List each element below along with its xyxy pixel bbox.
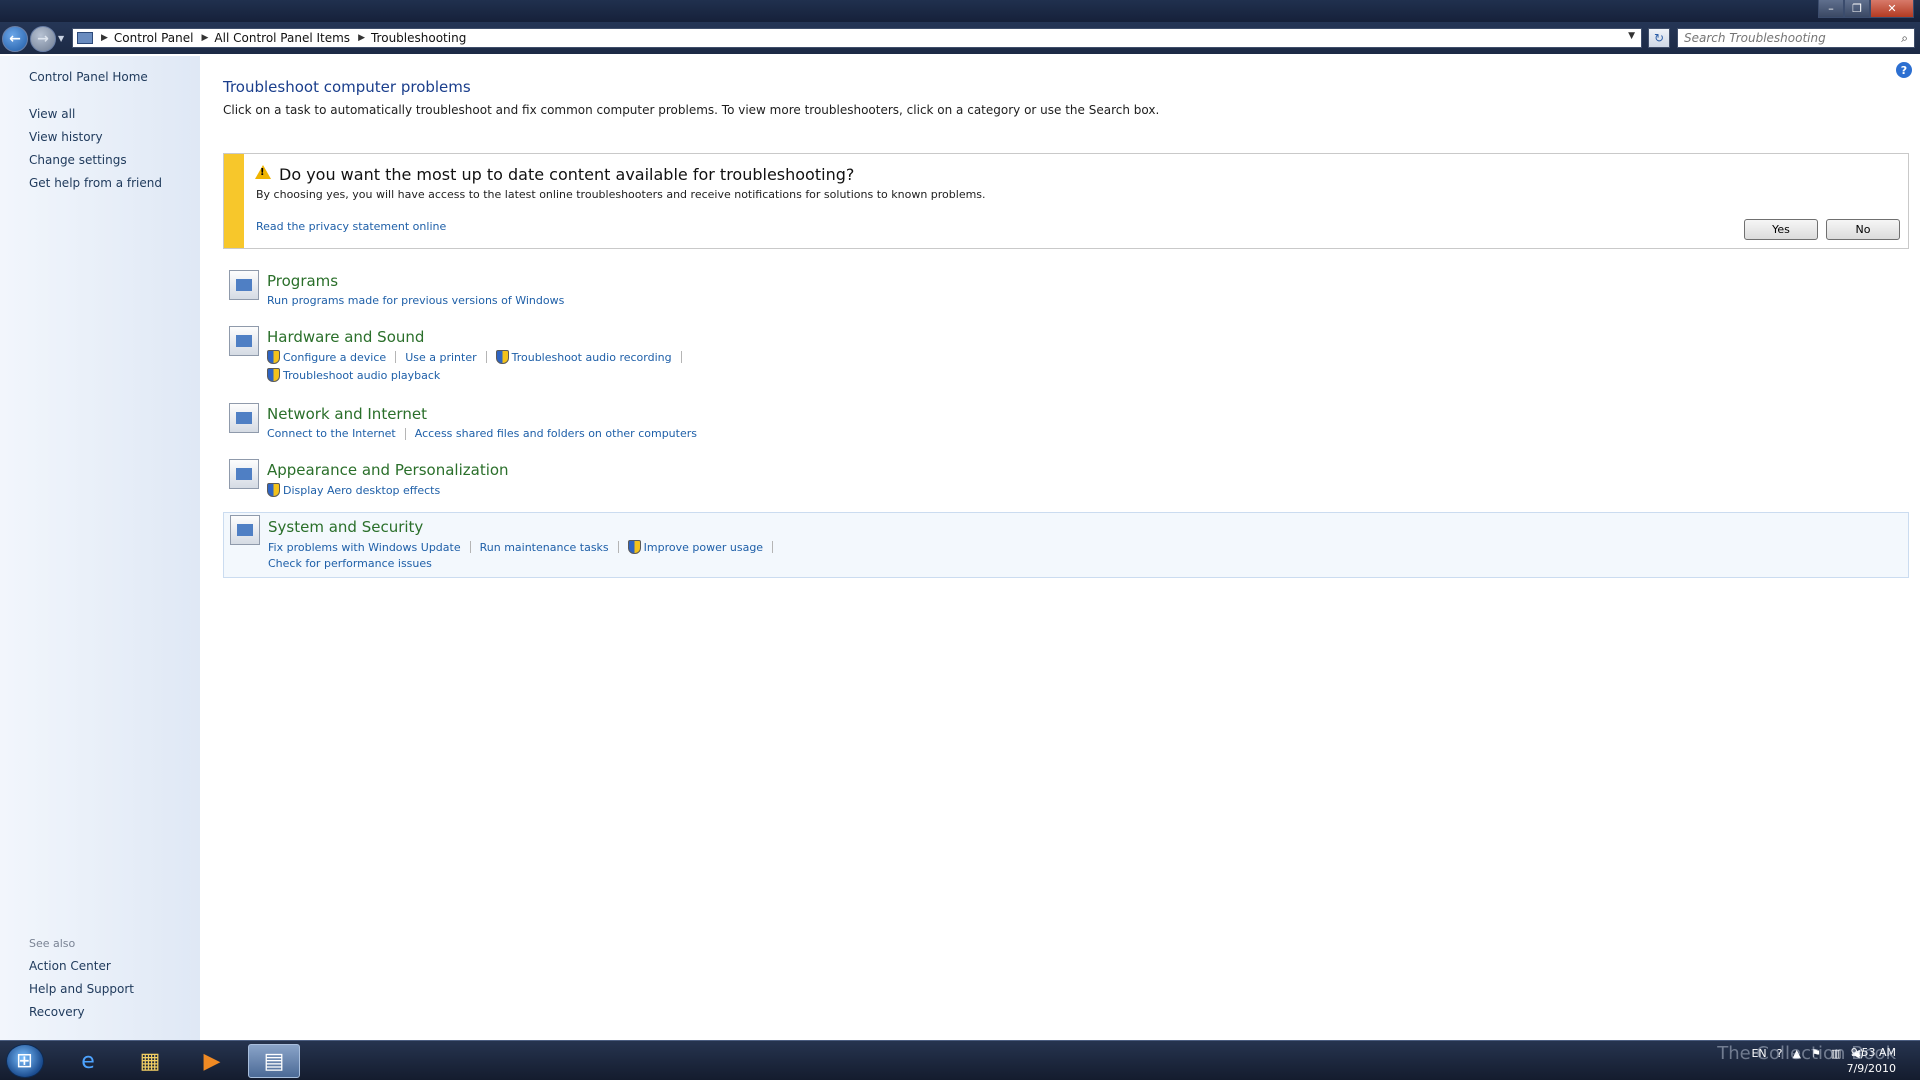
divider (680, 351, 682, 363)
main-content: ? Troubleshoot computer problems Click o… (200, 56, 1920, 1040)
file-explorer-icon[interactable]: ▦ (124, 1044, 176, 1078)
minimize-button[interactable]: – (1818, 0, 1844, 18)
network-and-internet-icon[interactable] (229, 403, 259, 433)
sidebar-view-history[interactable]: View history (29, 130, 103, 144)
divider (404, 427, 406, 440)
category-system-and-security: System and Security Fix problems with Wi… (223, 512, 1909, 578)
shield-icon (627, 540, 641, 554)
task-row: Display Aero desktop effects (267, 483, 440, 497)
sidebar-control-panel-home[interactable]: Control Panel Home (29, 70, 148, 84)
divider (617, 541, 619, 553)
category-title-network-and-internet[interactable]: Network and Internet (267, 405, 427, 423)
task-access-shared-files[interactable]: Access shared files and folders on other… (415, 427, 697, 440)
task-display-aero-effects[interactable]: Display Aero desktop effects (267, 483, 440, 497)
address-dropdown-icon[interactable]: ▼ (1628, 31, 1635, 41)
breadcrumb-all-items[interactable]: All Control Panel Items (214, 31, 350, 45)
task-row: Fix problems with Windows Update Run mai… (268, 540, 782, 554)
see-also-recovery[interactable]: Recovery (29, 1005, 85, 1019)
back-button[interactable]: ← (2, 26, 28, 52)
category-title-programs[interactable]: Programs (267, 272, 338, 290)
appearance-icon[interactable] (229, 459, 259, 489)
banner-title: Do you want the most up to date content … (279, 165, 855, 184)
see-also-help-and-support[interactable]: Help and Support (29, 982, 134, 996)
shield-icon (267, 483, 280, 497)
start-button[interactable] (6, 1044, 44, 1078)
internet-explorer-icon[interactable]: e (62, 1044, 114, 1078)
chevron-right-icon[interactable]: ▶ (358, 33, 365, 43)
chevron-right-icon[interactable]: ▶ (101, 33, 108, 43)
sidebar: Control Panel Home View all View history… (0, 56, 200, 1040)
category-hardware-and-sound: Hardware and Sound Configure a device Us… (223, 324, 1909, 384)
task-run-old-programs[interactable]: Run programs made for previous versions … (267, 294, 564, 307)
search-input[interactable] (1684, 31, 1884, 45)
task-connect-to-internet[interactable]: Connect to the Internet (267, 427, 396, 440)
no-button[interactable]: No (1826, 219, 1900, 240)
page-title: Troubleshoot computer problems (223, 78, 471, 96)
warning-mark-icon: ! (260, 167, 265, 178)
taskbar: e ▦ ▶ ▤ EN ? ▲ ⚑ ▥ ◀) 9:53 AM 7/9/2010 T… (0, 1040, 1920, 1080)
breadcrumb-troubleshooting[interactable]: Troubleshooting (371, 31, 466, 45)
task-row: Check for performance issues (268, 557, 432, 570)
category-title-appearance[interactable]: Appearance and Personalization (267, 461, 509, 479)
category-programs: Programs Run programs made for previous … (223, 268, 1909, 312)
page-description: Click on a task to automatically trouble… (223, 103, 1160, 117)
task-row: Run programs made for previous versions … (267, 294, 564, 307)
task-use-printer[interactable]: Use a printer (405, 351, 476, 364)
hardware-and-sound-icon[interactable] (229, 326, 259, 356)
divider (485, 351, 487, 363)
divider (772, 541, 774, 553)
window-titlebar: – ❐ ✕ (0, 0, 1920, 22)
task-troubleshoot-audio-recording[interactable]: Troubleshoot audio recording (495, 350, 672, 364)
search-box[interactable]: ⌕ (1677, 28, 1915, 48)
sidebar-get-help-from-friend[interactable]: Get help from a friend (29, 176, 162, 190)
watermark: The Collection Book (1717, 1043, 1896, 1064)
banner-accent-stripe (224, 154, 244, 248)
control-panel-icon (77, 32, 93, 44)
close-button[interactable]: ✕ (1870, 0, 1914, 18)
forward-button[interactable]: → (30, 26, 56, 52)
privacy-statement-link[interactable]: Read the privacy statement online (256, 220, 446, 233)
task-fix-windows-update[interactable]: Fix problems with Windows Update (268, 541, 461, 554)
refresh-icon: ↻ (1653, 31, 1665, 45)
banner-text: By choosing yes, you will have access to… (256, 188, 986, 201)
programs-icon[interactable] (229, 270, 259, 300)
control-panel-taskbar-icon[interactable]: ▤ (248, 1044, 300, 1078)
task-row: Troubleshoot audio playback (267, 368, 440, 382)
task-row: Connect to the Internet Access shared fi… (267, 427, 697, 440)
online-content-banner: ! Do you want the most up to date conten… (223, 153, 1909, 249)
system-and-security-icon[interactable] (230, 515, 260, 545)
sidebar-change-settings[interactable]: Change settings (29, 153, 127, 167)
back-arrow-icon: ← (9, 31, 21, 47)
category-title-system-and-security[interactable]: System and Security (268, 518, 423, 536)
category-network-and-internet: Network and Internet Connect to the Inte… (223, 401, 1909, 445)
divider (395, 351, 397, 363)
refresh-button[interactable]: ↻ (1648, 28, 1670, 48)
search-icon[interactable]: ⌕ (1901, 31, 1908, 46)
window-controls: – ❐ ✕ (1818, 0, 1914, 18)
maximize-button[interactable]: ❐ (1844, 0, 1870, 18)
sidebar-view-all[interactable]: View all (29, 107, 75, 121)
recent-pages-dropdown-icon[interactable]: ▼ (58, 34, 64, 43)
category-appearance-and-personalization: Appearance and Personalization Display A… (223, 457, 1909, 501)
divider (469, 541, 471, 553)
task-row: Configure a device Use a printer Trouble… (267, 350, 691, 364)
chevron-right-icon[interactable]: ▶ (202, 33, 209, 43)
see-also-heading: See also (29, 937, 76, 950)
breadcrumb-control-panel[interactable]: Control Panel (114, 31, 194, 45)
see-also-action-center[interactable]: Action Center (29, 959, 111, 973)
shield-icon (267, 350, 280, 364)
task-improve-power-usage[interactable]: Improve power usage (627, 540, 763, 554)
task-configure-device[interactable]: Configure a device (267, 350, 386, 364)
shield-icon (495, 350, 509, 364)
help-icon[interactable]: ? (1896, 62, 1912, 78)
shield-icon (267, 368, 280, 382)
forward-arrow-icon: → (37, 31, 49, 47)
yes-button[interactable]: Yes (1744, 219, 1818, 240)
task-troubleshoot-audio-playback[interactable]: Troubleshoot audio playback (267, 368, 440, 382)
address-bar[interactable]: ▶ Control Panel ▶ All Control Panel Item… (72, 28, 1642, 48)
media-player-icon[interactable]: ▶ (186, 1044, 238, 1078)
task-run-maintenance[interactable]: Run maintenance tasks (480, 541, 609, 554)
category-title-hardware-and-sound[interactable]: Hardware and Sound (267, 328, 424, 346)
task-check-performance[interactable]: Check for performance issues (268, 557, 432, 570)
